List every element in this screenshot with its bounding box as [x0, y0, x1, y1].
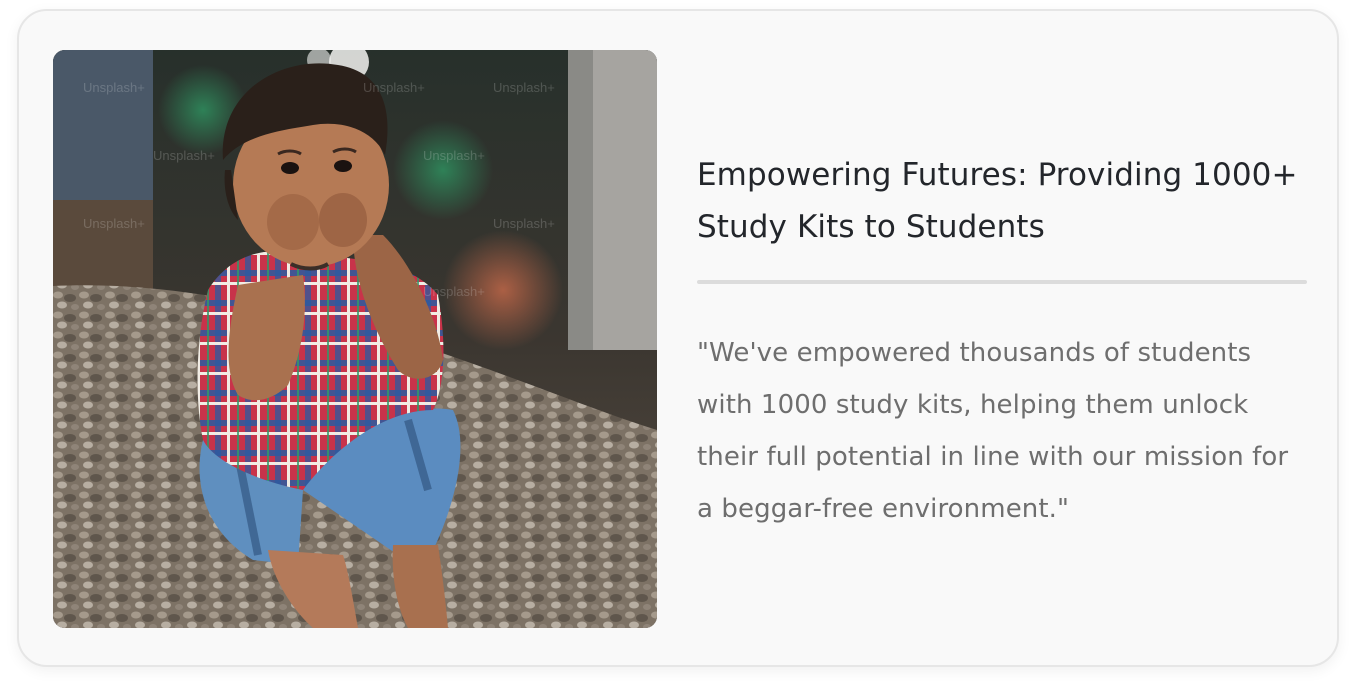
watermark-text: Unsplash+ — [83, 216, 145, 231]
card-content: Empowering Futures: Providing 1000+ Stud… — [697, 149, 1307, 535]
watermark-text: Unsplash+ — [83, 80, 145, 95]
watermark-text: Unsplash+ — [363, 80, 425, 95]
story-card: Unsplash+ Unsplash+ Unsplash+ Unsplash+ … — [17, 9, 1339, 667]
title-divider — [697, 280, 1307, 284]
watermark-text: Unsplash+ — [423, 284, 485, 299]
child-photo: Unsplash+ Unsplash+ Unsplash+ Unsplash+ … — [53, 50, 657, 628]
card-title: Empowering Futures: Providing 1000+ Stud… — [697, 157, 1298, 245]
watermark-text: Unsplash+ — [493, 216, 555, 231]
watermark-text: Unsplash+ — [493, 80, 555, 95]
child-photo-illustration: Unsplash+ Unsplash+ Unsplash+ Unsplash+ … — [53, 50, 657, 628]
watermark-text: Unsplash+ — [153, 148, 215, 163]
card-quote: "We've empowered thousands of students w… — [697, 338, 1289, 524]
watermark-text: Unsplash+ — [423, 148, 485, 163]
